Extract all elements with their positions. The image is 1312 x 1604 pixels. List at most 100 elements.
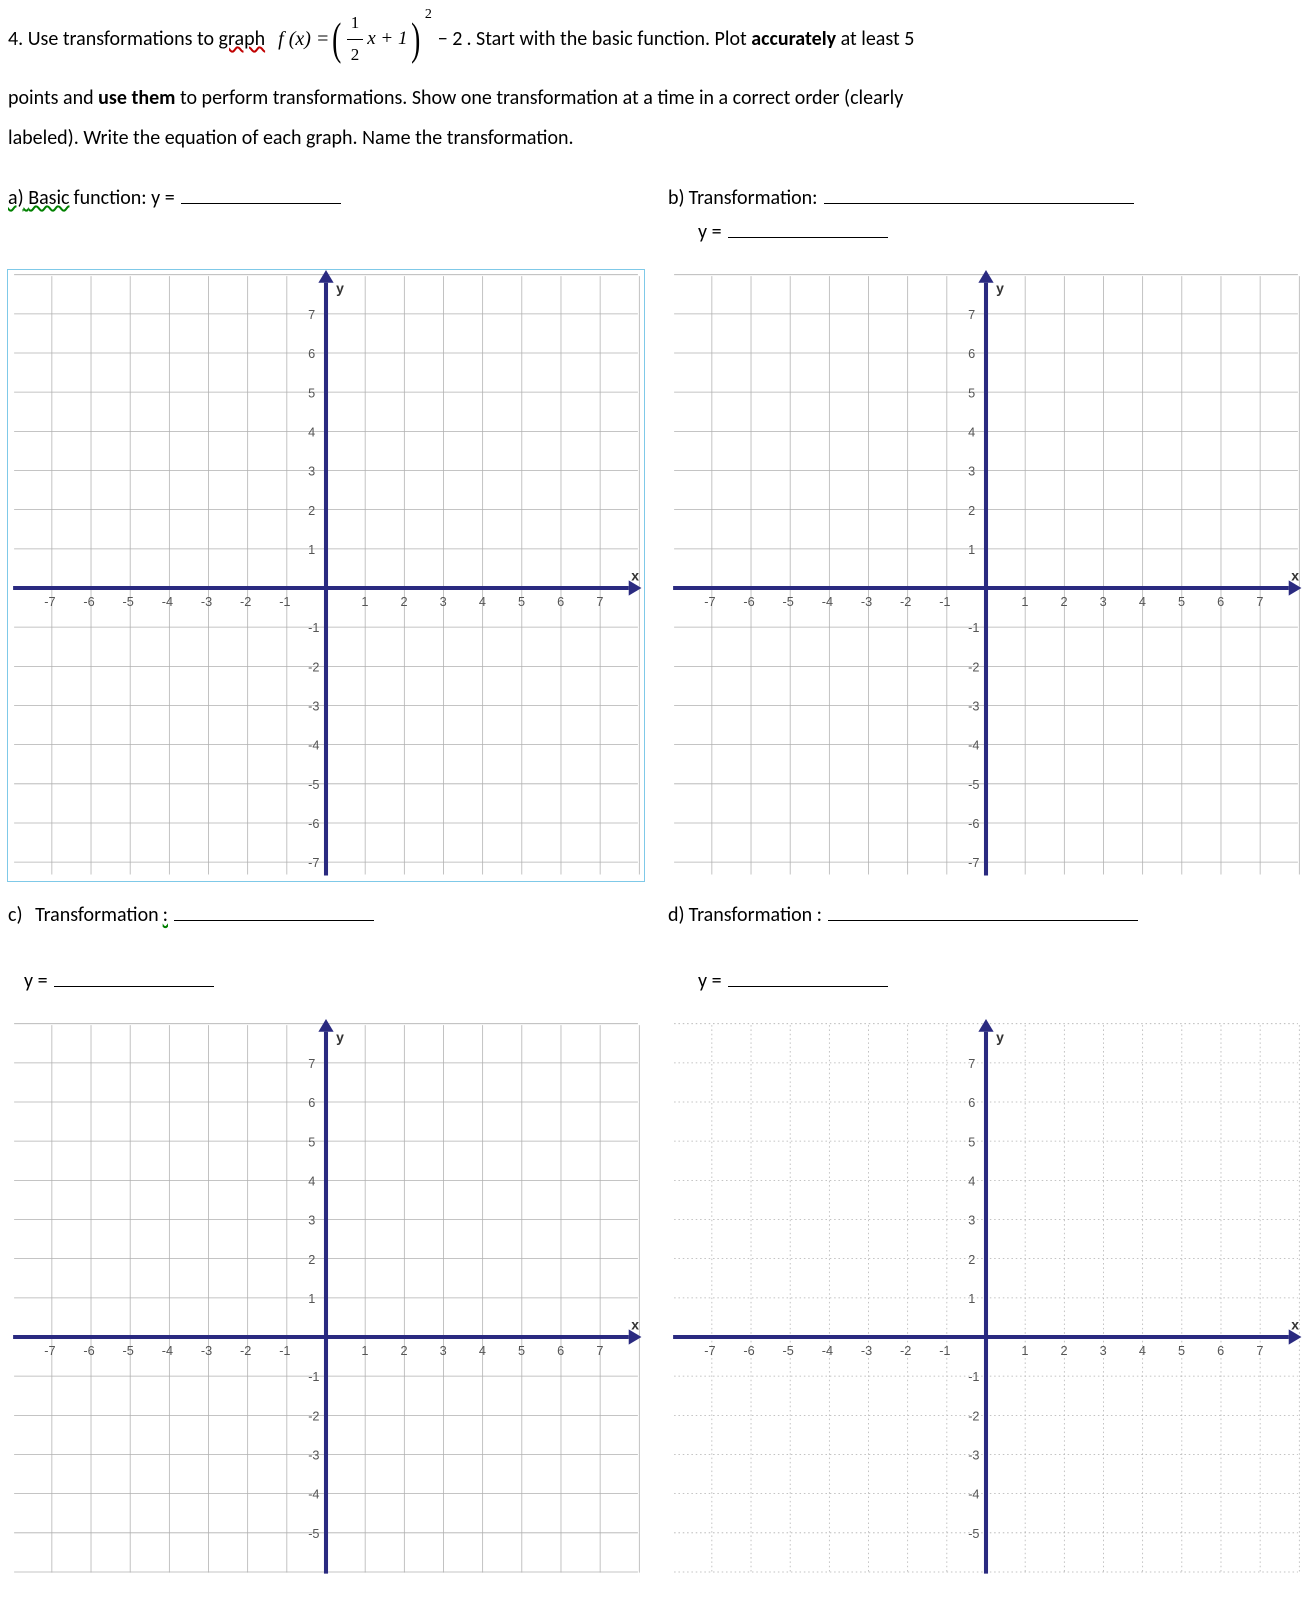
svg-text:2: 2 xyxy=(308,1251,315,1266)
problem-instructions: 4. Use transformations to graph f (x) = … xyxy=(8,8,1304,156)
svg-text:-5: -5 xyxy=(123,1343,134,1358)
svg-text:-5: -5 xyxy=(783,594,794,609)
instr-line2a: points and xyxy=(8,86,94,110)
svg-text:-2: -2 xyxy=(240,594,251,609)
svg-text:-7: -7 xyxy=(704,1343,715,1358)
svg-text:6: 6 xyxy=(308,1095,315,1110)
svg-text:-2: -2 xyxy=(240,1343,251,1358)
svg-text:7: 7 xyxy=(968,307,975,322)
blank-b-y xyxy=(728,216,888,238)
row-ab-labels: a) Basic function: y = b) Transformation… xyxy=(8,182,1304,252)
svg-text:5: 5 xyxy=(308,385,315,400)
svg-text:1: 1 xyxy=(361,1343,368,1358)
part-c-label: c) Transformation : xyxy=(8,899,644,927)
svg-text:-7: -7 xyxy=(44,1343,55,1358)
svg-text:-6: -6 xyxy=(83,1343,94,1358)
svg-text:-5: -5 xyxy=(968,777,979,792)
instr-accurately: accurately xyxy=(751,21,836,57)
svg-text:-4: -4 xyxy=(308,1486,319,1501)
fraction-den: 2 xyxy=(347,40,364,71)
instr-post-eq: . Start with the basic function. Plot xyxy=(466,21,746,57)
part-c-letter: c) xyxy=(8,903,23,927)
svg-text:-3: -3 xyxy=(201,1343,212,1358)
svg-text:-3: -3 xyxy=(201,594,212,609)
svg-text:-2: -2 xyxy=(968,660,979,675)
svg-text:7: 7 xyxy=(1256,594,1263,609)
svg-text:1: 1 xyxy=(1021,1343,1028,1358)
svg-text:y: y xyxy=(996,1029,1004,1045)
svg-text:x: x xyxy=(631,568,639,584)
svg-text:-1: -1 xyxy=(279,594,290,609)
fraction-num: 1 xyxy=(347,8,364,40)
svg-text:6: 6 xyxy=(557,1343,564,1358)
part-b-text: Transformation: xyxy=(689,186,818,210)
svg-text:1: 1 xyxy=(968,1291,975,1306)
svg-text:7: 7 xyxy=(308,1056,315,1071)
graph-d: -7-6-5-4-3-2-11234567-5-4-3-2-11234567xy xyxy=(668,1019,1304,1579)
svg-text:1: 1 xyxy=(968,542,975,557)
svg-text:-2: -2 xyxy=(308,660,319,675)
graph-a: -7-6-5-4-3-2-11234567-7-6-5-4-3-2-112345… xyxy=(8,270,644,881)
part-a-rest: function: y = xyxy=(74,186,175,210)
part-d-yeq: y = xyxy=(698,965,1304,993)
svg-text:5: 5 xyxy=(518,1343,525,1358)
svg-text:2: 2 xyxy=(401,1343,408,1358)
svg-text:-2: -2 xyxy=(900,594,911,609)
blank-a xyxy=(181,182,341,204)
svg-text:-6: -6 xyxy=(968,816,979,831)
x-term: x + 1 xyxy=(367,22,407,56)
svg-text:6: 6 xyxy=(308,346,315,361)
fraction: 1 2 xyxy=(347,8,364,70)
exponent: 2 xyxy=(425,2,432,27)
equation-tail: − 2 xyxy=(438,21,463,57)
svg-text:-4: -4 xyxy=(822,1343,833,1358)
svg-text:-5: -5 xyxy=(308,1526,319,1541)
svg-text:-4: -4 xyxy=(968,738,979,753)
svg-text:7: 7 xyxy=(596,1343,603,1358)
svg-text:1: 1 xyxy=(308,542,315,557)
svg-text:3: 3 xyxy=(308,464,315,479)
svg-text:7: 7 xyxy=(968,1056,975,1071)
svg-text:3: 3 xyxy=(440,594,447,609)
svg-text:-7: -7 xyxy=(968,855,979,870)
svg-text:y: y xyxy=(996,280,1004,296)
svg-text:2: 2 xyxy=(308,503,315,518)
part-c-colon: : xyxy=(163,903,168,927)
svg-text:3: 3 xyxy=(1100,1343,1107,1358)
equation-lhs: f (x) = xyxy=(278,21,329,57)
svg-text:3: 3 xyxy=(440,1343,447,1358)
part-b-yeq: y = xyxy=(698,216,1304,244)
svg-text:-7: -7 xyxy=(44,594,55,609)
svg-text:-1: -1 xyxy=(308,620,319,635)
svg-text:-2: -2 xyxy=(900,1343,911,1358)
svg-text:4: 4 xyxy=(968,425,975,440)
svg-text:-3: -3 xyxy=(861,594,872,609)
part-a-letter: a) Basic xyxy=(8,186,70,210)
svg-text:-1: -1 xyxy=(968,620,979,635)
svg-text:-3: -3 xyxy=(308,1447,319,1462)
svg-text:-3: -3 xyxy=(968,699,979,714)
svg-text:5: 5 xyxy=(518,594,525,609)
svg-text:-6: -6 xyxy=(308,816,319,831)
instr-post-acc: at least 5 xyxy=(841,21,915,57)
left-paren-icon: ( xyxy=(332,18,341,59)
equation: f (x) = ( 1 2 x + 1 ) 2 − 2 xyxy=(278,8,462,70)
part-d-label: d) Transformation : xyxy=(668,899,1304,927)
svg-text:-4: -4 xyxy=(162,594,173,609)
svg-text:-6: -6 xyxy=(83,594,94,609)
blank-d-y xyxy=(728,965,888,987)
svg-text:-5: -5 xyxy=(308,777,319,792)
svg-text:x: x xyxy=(631,1316,639,1332)
svg-text:6: 6 xyxy=(557,594,564,609)
instr-line2b: to perform transformations. Show one tra… xyxy=(180,86,903,110)
svg-text:7: 7 xyxy=(308,307,315,322)
svg-text:-5: -5 xyxy=(968,1526,979,1541)
svg-text:-5: -5 xyxy=(783,1343,794,1358)
svg-text:3: 3 xyxy=(308,1212,315,1227)
svg-text:2: 2 xyxy=(401,594,408,609)
svg-text:x: x xyxy=(1291,568,1299,584)
svg-text:6: 6 xyxy=(968,1095,975,1110)
instr-line3: labeled). Write the equation of each gra… xyxy=(8,126,574,150)
part-d-letter: d) xyxy=(668,903,685,927)
svg-text:3: 3 xyxy=(968,1212,975,1227)
